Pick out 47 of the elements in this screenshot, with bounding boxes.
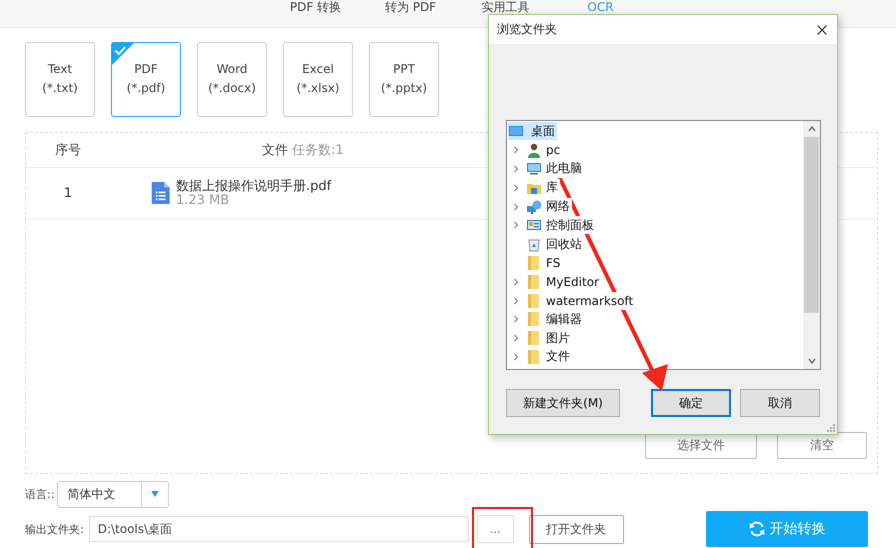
format-option[interactable]: PDF (*.pdf) (111, 42, 181, 117)
folder-icon (526, 348, 542, 365)
browse-button[interactable]: ... (476, 515, 514, 544)
dialog-button[interactable]: 新建文件夹(M) (506, 389, 620, 417)
folder-icon (526, 292, 542, 309)
file-size: 1.23 MB (176, 194, 230, 208)
nav-tab[interactable]: PDF 转换 (268, 0, 363, 15)
nav-tab[interactable]: 实用工具 (458, 0, 553, 15)
tree-item[interactable]: 桌面 (508, 122, 557, 140)
output-folder-label: 输出文件夹: (25, 522, 84, 537)
tree-item[interactable]: 此电脑 (546, 160, 584, 178)
highlight-frame (472, 507, 533, 548)
column-header: 文件 (262, 142, 288, 158)
tree-item[interactable]: watermarksoft (546, 292, 636, 310)
task-count: 任务数:1 (292, 142, 344, 158)
nav-tab[interactable]: 转为 PDF (363, 0, 458, 15)
refresh-icon (748, 520, 766, 538)
person-icon (526, 142, 542, 158)
tree-item[interactable]: 控制面板 (546, 216, 596, 234)
folder-icon (526, 254, 542, 271)
open-folder-button[interactable]: 打开文件夹 (528, 514, 624, 544)
dialog-title: 浏览文件夹 (497, 21, 557, 38)
file-name: 数据上报操作说明手册.pdf (176, 178, 332, 194)
column-header: 序号 (55, 142, 81, 158)
scroll-up-icon[interactable] (806, 124, 816, 134)
scroll-down-icon[interactable] (806, 356, 816, 366)
close-icon[interactable] (815, 22, 829, 36)
row-index: 1 (64, 186, 72, 201)
scrollbar[interactable] (803, 121, 820, 369)
dialog-button[interactable]: 取消 (740, 389, 820, 417)
language-dropdown[interactable]: 简体中文 (57, 480, 170, 508)
check-icon (112, 42, 134, 65)
format-option[interactable]: PPT (*.pptx) (369, 42, 439, 117)
format-option[interactable]: Text (*.txt) (25, 42, 95, 117)
network-icon (526, 198, 542, 215)
folder-icon (526, 274, 542, 290)
output-path-field[interactable]: D:\tools\桌面 (88, 516, 469, 542)
folder-icon (526, 330, 542, 346)
dialog-button[interactable]: 确定 (651, 389, 731, 417)
format-option[interactable]: Word (*.docx) (197, 42, 267, 117)
folder-icon (526, 311, 542, 328)
action-button[interactable]: 清空 (777, 432, 867, 460)
computer-icon (526, 160, 542, 177)
format-option[interactable]: Excel (*.xlsx) (283, 42, 353, 117)
resize-grip-icon[interactable] (827, 424, 835, 432)
language-label: 语言:: (25, 486, 54, 502)
scrollbar-thumb[interactable] (804, 137, 819, 313)
